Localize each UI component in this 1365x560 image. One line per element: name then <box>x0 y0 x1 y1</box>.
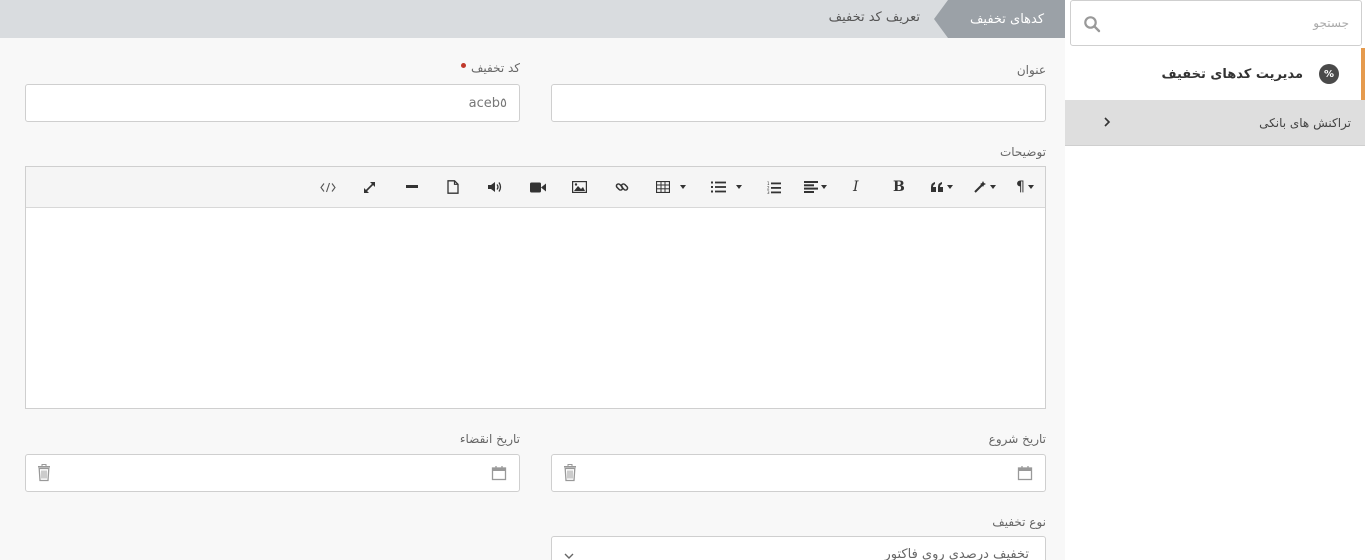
end-date-field[interactable] <box>25 454 520 492</box>
unordered-list-icon[interactable] <box>711 177 742 197</box>
code-label: کد تخفیف <box>460 61 520 75</box>
breadcrumb-previous[interactable]: تعریف کد تخفیف <box>829 10 920 25</box>
sidebar-item-bank-transactions[interactable]: تراکنش های بانکی <box>1065 100 1365 146</box>
ordered-list-icon[interactable]: 123 <box>767 177 781 197</box>
editor-content-area[interactable] <box>26 208 1045 408</box>
fullscreen-icon[interactable] <box>363 177 376 197</box>
sidebar: % مدیریت کدهای تخفیف تراکنش های بانکی <box>1065 0 1365 560</box>
sidebar-search <box>1070 0 1362 46</box>
file-icon[interactable] <box>447 177 459 197</box>
title-field <box>551 84 1046 122</box>
sidebar-item-label: تراکنش های بانکی <box>1259 115 1351 130</box>
code-input[interactable] <box>66 94 507 112</box>
start-date-label: تاریخ شروع <box>988 432 1046 446</box>
chevron-right-icon <box>1103 116 1111 132</box>
calendar-icon[interactable] <box>1017 465 1033 481</box>
required-indicator <box>460 63 466 68</box>
svg-text:3: 3 <box>767 190 770 194</box>
breadcrumb: کدهای تخفیف تعریف کد تخفیف <box>0 0 1066 38</box>
editor-toolbar: ¶ B I 123 <box>26 167 1045 208</box>
code-view-icon[interactable] <box>320 177 336 197</box>
magic-icon[interactable] <box>973 177 996 197</box>
table-icon[interactable] <box>656 177 686 197</box>
search-input[interactable] <box>1119 13 1349 33</box>
sidebar-item-label: مدیریت کدهای تخفیف <box>1161 66 1304 82</box>
end-date-label: تاریخ انقضاء <box>459 432 520 446</box>
discount-type-select[interactable]: تخفیف درصدی روی فاکتور <box>551 536 1046 560</box>
bold-icon[interactable]: B <box>893 177 905 197</box>
breadcrumb-current[interactable]: کدهای تخفیف <box>934 0 1066 38</box>
chevron-down-icon <box>564 549 574 560</box>
video-icon[interactable] <box>530 177 546 197</box>
calendar-icon[interactable] <box>491 465 507 481</box>
paragraph-icon[interactable]: ¶ <box>1016 177 1034 197</box>
code-field <box>25 84 520 122</box>
rich-text-editor: ¶ B I 123 <box>25 166 1046 409</box>
audio-icon[interactable] <box>488 177 503 197</box>
percent-icon: % <box>1319 64 1339 84</box>
discount-type-label: نوع تخفیف <box>992 515 1046 529</box>
trash-icon[interactable] <box>562 464 578 482</box>
search-icon[interactable] <box>1083 15 1101 33</box>
start-date-field[interactable] <box>551 454 1046 492</box>
image-icon[interactable] <box>572 177 587 197</box>
horizontal-rule-icon[interactable] <box>406 177 418 197</box>
sidebar-item-discount-codes[interactable]: % مدیریت کدهای تخفیف <box>1065 48 1365 100</box>
code-label-text: کد تخفیف <box>470 61 520 75</box>
trash-icon[interactable] <box>36 464 52 482</box>
quote-icon[interactable] <box>930 177 953 197</box>
align-icon[interactable] <box>804 177 827 197</box>
title-input[interactable] <box>592 94 1033 112</box>
title-label: عنوان <box>1016 63 1046 77</box>
discount-type-value: تخفیف درصدی روی فاکتور <box>884 547 1029 560</box>
description-label: توضیحات <box>999 145 1046 159</box>
italic-icon[interactable]: I <box>853 177 859 197</box>
link-icon[interactable] <box>615 177 629 197</box>
